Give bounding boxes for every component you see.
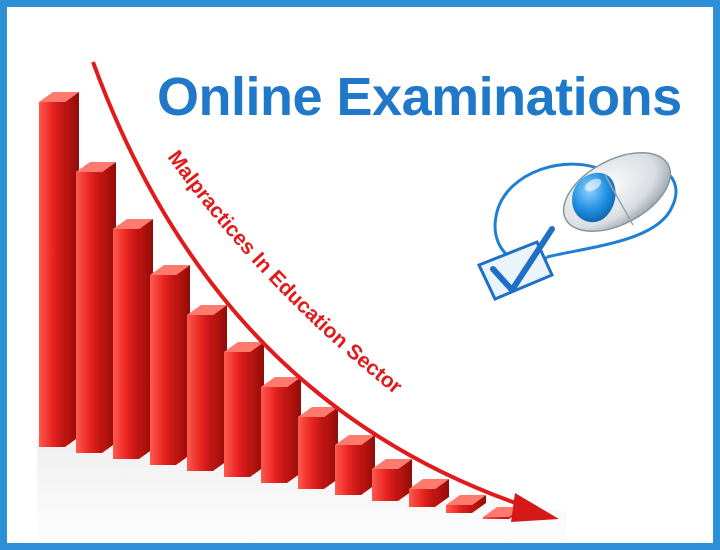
bar <box>39 102 65 447</box>
computer-mouse-icon <box>562 152 672 232</box>
arrowhead-icon <box>511 493 559 522</box>
bar <box>483 517 509 519</box>
bar <box>150 275 176 465</box>
bar <box>372 469 398 501</box>
bar <box>261 387 287 483</box>
bar <box>409 489 435 507</box>
bar <box>298 417 324 489</box>
bar <box>335 445 361 495</box>
page-title: Online Examinations <box>157 67 682 127</box>
checkbox-checkmark-icon <box>476 226 555 301</box>
bar <box>113 229 139 459</box>
bar <box>446 505 472 513</box>
bar <box>187 315 213 471</box>
picture-frame: Malpractices In Education Sector Online … <box>0 0 720 550</box>
bar <box>76 172 102 453</box>
bar <box>224 352 250 477</box>
